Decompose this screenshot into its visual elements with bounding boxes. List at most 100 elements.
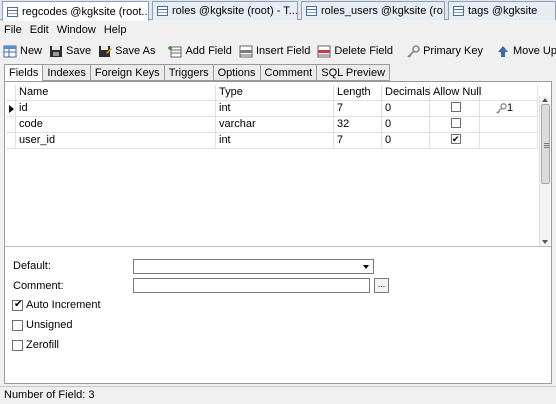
row-indicator [6, 117, 16, 133]
key-order: 1 [507, 102, 514, 114]
tab-comment[interactable]: Comment [260, 64, 318, 81]
allow-null-cell [430, 117, 480, 133]
row-indicator [6, 133, 16, 149]
insert-field-icon [239, 45, 253, 57]
header-type[interactable]: Type [216, 85, 334, 101]
allow-null-cell [430, 132, 480, 149]
save-button[interactable]: Save [49, 45, 91, 58]
table-design-icon [306, 6, 317, 16]
add-field-label: Add Field [185, 45, 232, 57]
document-tab-bar: regcodes @kgksite (root... × roles @kgks… [0, 0, 556, 21]
table-row[interactable]: id int 7 0 1 [6, 101, 538, 117]
move-up-label: Move Up [512, 45, 556, 57]
menu-help[interactable]: Help [104, 24, 127, 36]
primary-key-icon [496, 102, 507, 114]
toolbar: New Save Save As Add Field Insert Field … [0, 40, 556, 62]
field-type[interactable]: int [216, 101, 334, 117]
auto-increment-checkbox[interactable] [12, 299, 23, 311]
scroll-down-icon[interactable] [542, 240, 548, 244]
key-cell [480, 117, 538, 133]
delete-field-label: Delete Field [334, 45, 394, 57]
chevron-down-icon[interactable] [363, 265, 369, 269]
unsigned-label[interactable]: Unsigned [26, 319, 72, 331]
tab-indexes[interactable]: Indexes [43, 64, 91, 81]
zerofill-label[interactable]: Zerofill [26, 339, 59, 351]
comment-label: Comment: [13, 280, 64, 292]
header-key [480, 85, 538, 101]
tab-sql-preview[interactable]: SQL Preview [317, 64, 391, 81]
tab-fields[interactable]: Fields [4, 64, 44, 82]
header-allow-null[interactable]: Allow Null [430, 85, 481, 101]
field-type[interactable]: varchar [216, 117, 334, 133]
field-name[interactable]: code [16, 117, 216, 133]
menu-edit[interactable]: Edit [30, 24, 49, 36]
allow-null-cell [430, 101, 480, 117]
scroll-up-icon[interactable] [542, 98, 548, 102]
design-tab-strip: Fields Indexes Foreign Keys Triggers Opt… [4, 64, 391, 82]
field-decimals[interactable]: 0 [382, 133, 430, 149]
tab-regcodes[interactable]: regcodes @kgksite (root... × [2, 1, 149, 21]
menu-bar: File Edit Window Help [0, 21, 556, 39]
tab-roles-users[interactable]: roles_users @kgksite (ro... [301, 1, 445, 20]
delete-field-button[interactable]: Delete Field [317, 45, 393, 58]
save-as-button[interactable]: Save As [98, 45, 155, 58]
header-name[interactable]: Name [16, 85, 216, 101]
comment-field[interactable] [133, 278, 370, 293]
fields-grid: Name Type Length Decimals Allow Null id … [6, 85, 538, 245]
tab-foreign-keys[interactable]: Foreign Keys [90, 64, 165, 81]
table-row[interactable]: user_id int 7 0 [6, 132, 538, 149]
field-decimals[interactable]: 0 [382, 101, 430, 117]
field-length[interactable]: 7 [334, 101, 382, 117]
header-decimals[interactable]: Decimals [382, 85, 430, 101]
grid-scrollbar[interactable] [539, 96, 550, 246]
tab-triggers[interactable]: Triggers [164, 64, 214, 81]
add-field-button[interactable]: Add Field [168, 45, 232, 58]
insert-field-label: Insert Field [255, 45, 311, 57]
save-icon [50, 45, 63, 57]
new-button[interactable]: New [3, 45, 42, 58]
table-design-icon [453, 6, 464, 16]
field-count-status: Number of Field: 3 [4, 389, 95, 401]
header-length[interactable]: Length [334, 85, 382, 101]
tab-tags[interactable]: tags @kgksite [448, 1, 556, 20]
tab-roles[interactable]: roles @kgksite (root) - T... [152, 1, 298, 20]
row-pointer-icon [9, 105, 14, 113]
save-as-label: Save As [115, 45, 156, 57]
auto-increment-label[interactable]: Auto Increment [26, 299, 101, 311]
zerofill-checkbox[interactable] [12, 340, 23, 351]
grip-icon [544, 143, 549, 144]
insert-field-button[interactable]: Insert Field [239, 45, 310, 58]
menu-file[interactable]: File [4, 24, 22, 36]
tab-label: tags @kgksite [468, 5, 538, 17]
delete-field-icon [317, 45, 331, 57]
new-table-icon [3, 45, 17, 57]
allow-null-checkbox[interactable] [451, 118, 461, 129]
tab-options[interactable]: Options [213, 64, 261, 81]
tab-label: regcodes @kgksite (root... [22, 5, 149, 18]
primary-key-button[interactable]: Primary Key [406, 44, 483, 58]
status-bar: Number of Field: 3 [0, 386, 556, 404]
scrollbar-thumb[interactable] [541, 104, 550, 184]
allow-null-checkbox[interactable] [451, 132, 461, 147]
fields-panel: Name Type Length Decimals Allow Null id … [4, 81, 552, 384]
panel-divider [5, 246, 551, 247]
grid-header-row: Name Type Length Decimals Allow Null [6, 85, 538, 101]
field-name[interactable]: user_id [16, 133, 216, 149]
unsigned-checkbox[interactable] [12, 320, 23, 331]
key-cell: 1 [480, 101, 538, 117]
field-length[interactable]: 7 [334, 133, 382, 149]
allow-null-checkbox[interactable] [451, 102, 461, 113]
field-type[interactable]: int [216, 133, 334, 149]
table-row[interactable]: code varchar 32 0 [6, 117, 538, 133]
field-decimals[interactable]: 0 [382, 117, 430, 133]
default-combo[interactable] [133, 259, 374, 274]
field-name[interactable]: id [16, 101, 216, 117]
current-row-indicator [6, 101, 16, 117]
arrow-up-icon [497, 45, 508, 57]
save-label: Save [66, 45, 92, 57]
field-length[interactable]: 32 [334, 117, 382, 133]
move-up-button[interactable]: Move Up [496, 45, 556, 58]
menu-window[interactable]: Window [57, 24, 96, 36]
comment-editor-button[interactable]: ... [374, 278, 389, 293]
table-design-icon [7, 6, 18, 17]
